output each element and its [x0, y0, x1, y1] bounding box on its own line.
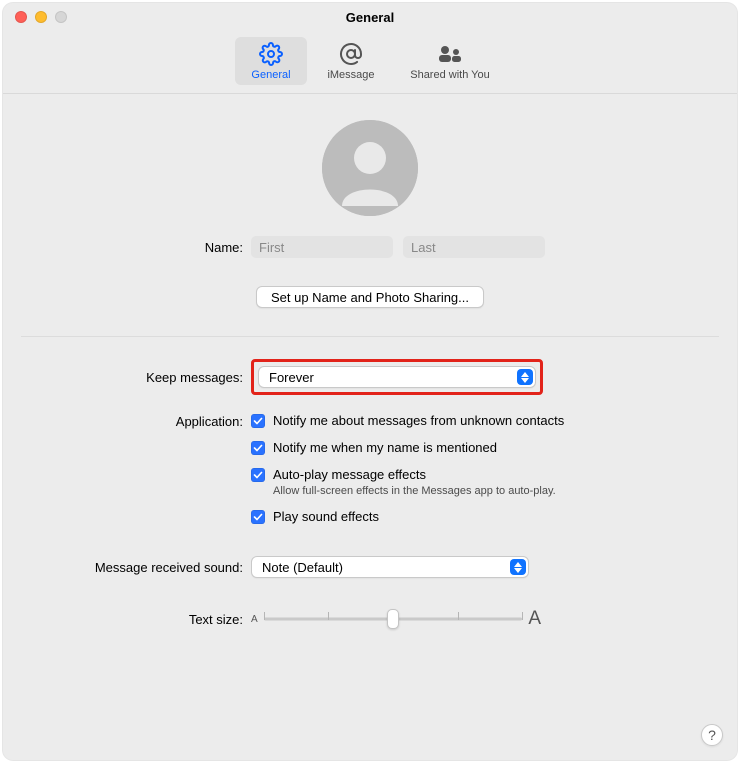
- select-arrows-icon: [517, 369, 533, 385]
- profile-avatar[interactable]: [322, 120, 418, 216]
- notify-unknown-label: Notify me about messages from unknown co…: [273, 413, 564, 428]
- name-label: Name:: [3, 240, 251, 255]
- first-name-input[interactable]: [251, 236, 393, 258]
- at-icon: [339, 41, 363, 67]
- keep-messages-label: Keep messages:: [3, 370, 251, 385]
- tab-shared-label: Shared with You: [410, 69, 490, 81]
- toolbar-tabs: General iMessage Shared with You: [3, 31, 737, 94]
- help-button[interactable]: ?: [701, 724, 723, 746]
- gear-icon: [259, 41, 283, 67]
- textsize-label: Text size:: [3, 612, 251, 627]
- person-icon: [322, 120, 418, 216]
- autoplay-effects-subtext: Allow full-screen effects in the Message…: [273, 485, 556, 497]
- slider-tick: [264, 612, 265, 620]
- textsize-slider[interactable]: [264, 610, 523, 628]
- checkmark-icon: [253, 470, 263, 480]
- autoplay-effects-label: Auto-play message effects: [273, 467, 556, 482]
- textsize-big-a: A: [528, 608, 541, 630]
- sound-value: Note (Default): [262, 560, 343, 575]
- tab-shared-with-you[interactable]: Shared with You: [395, 37, 505, 85]
- slider-thumb[interactable]: [387, 609, 399, 629]
- select-arrows-icon: [510, 559, 526, 575]
- textsize-small-a: A: [251, 614, 258, 625]
- tab-imessage-label: iMessage: [327, 69, 374, 81]
- section-divider: [21, 336, 719, 337]
- keep-messages-highlight: Forever: [251, 359, 543, 395]
- notify-mention-label: Notify me when my name is mentioned: [273, 440, 497, 455]
- play-sound-label: Play sound effects: [273, 509, 379, 524]
- sound-select[interactable]: Note (Default): [251, 556, 529, 578]
- sound-label: Message received sound:: [3, 560, 251, 575]
- preferences-window: General General iMessage: [3, 3, 737, 760]
- keep-messages-value: Forever: [269, 370, 314, 385]
- autoplay-effects-checkbox[interactable]: [251, 468, 265, 482]
- people-icon: [437, 41, 463, 67]
- keep-messages-select[interactable]: Forever: [258, 366, 536, 388]
- application-label: Application:: [3, 413, 251, 429]
- tab-general[interactable]: General: [235, 37, 307, 85]
- notify-mention-checkbox[interactable]: [251, 441, 265, 455]
- checkmark-icon: [253, 443, 263, 453]
- last-name-input[interactable]: [403, 236, 545, 258]
- slider-tick: [522, 612, 523, 620]
- tab-imessage[interactable]: iMessage: [315, 37, 387, 85]
- content-area: Name: Set up Name and Photo Sharing... K…: [3, 94, 737, 630]
- setup-sharing-button[interactable]: Set up Name and Photo Sharing...: [256, 286, 484, 308]
- slider-tick: [458, 612, 459, 620]
- checkmark-icon: [253, 416, 263, 426]
- slider-tick: [328, 612, 329, 620]
- titlebar: General: [3, 3, 737, 31]
- checkmark-icon: [253, 512, 263, 522]
- notify-unknown-checkbox[interactable]: [251, 414, 265, 428]
- play-sound-checkbox[interactable]: [251, 510, 265, 524]
- window-title: General: [3, 10, 737, 25]
- tab-general-label: General: [251, 69, 290, 81]
